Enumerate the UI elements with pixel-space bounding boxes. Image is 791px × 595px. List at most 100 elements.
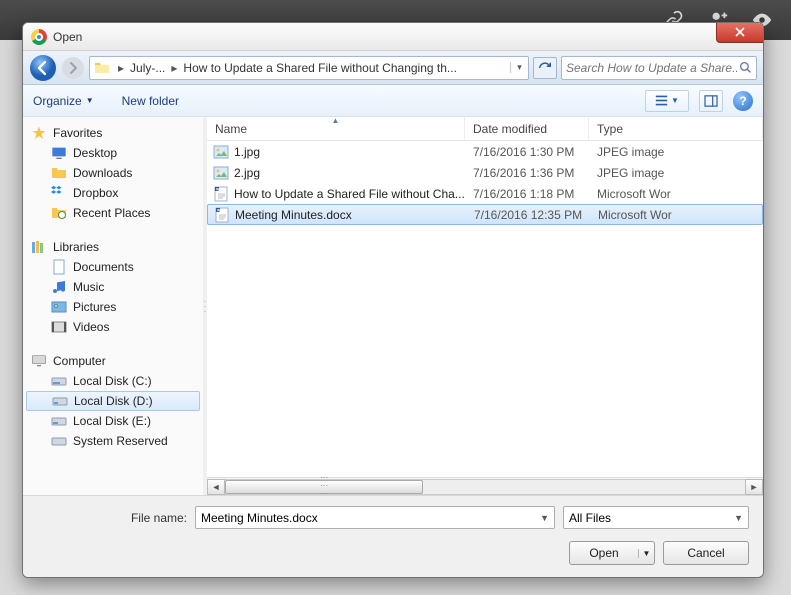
breadcrumb[interactable]: ▸ July-... ▸ How to Update a Shared File… xyxy=(89,56,529,80)
sidebar-item-label: Local Disk (E:) xyxy=(73,414,151,428)
sidebar-item-label: Documents xyxy=(73,260,134,274)
open-button[interactable]: Open ▼ xyxy=(569,541,655,565)
scroll-right-button[interactable]: ► xyxy=(745,479,763,495)
file-name: How to Update a Shared File without Cha.… xyxy=(234,187,465,201)
file-list[interactable]: 1.jpg 7/16/2016 1:30 PMJPEG image 2.jpg 7/1… xyxy=(207,141,763,477)
filename-combobox[interactable]: Meeting Minutes.docx ▼ xyxy=(195,506,555,529)
drive-icon xyxy=(51,373,67,389)
nav-back-button[interactable] xyxy=(29,54,57,82)
sidebar-item-label: System Reserved xyxy=(73,434,168,448)
file-row[interactable]: W How to Update a Shared File without Cha… xyxy=(207,183,763,204)
sidebar-item-label: Local Disk (C:) xyxy=(73,374,152,388)
file-row[interactable]: 2.jpg 7/16/2016 1:36 PMJPEG image xyxy=(207,162,763,183)
search-input[interactable] xyxy=(566,61,739,75)
scroll-track[interactable] xyxy=(225,479,745,495)
file-type: Microsoft Wor xyxy=(590,208,762,222)
search-icon xyxy=(739,61,752,74)
breadcrumb-dropdown[interactable]: ▾ xyxy=(510,62,528,73)
sidebar-group-label: Favorites xyxy=(53,126,102,140)
filename-value: Meeting Minutes.docx xyxy=(201,511,536,525)
sidebar-item-label: Videos xyxy=(73,320,109,334)
sidebar-item-downloads[interactable]: Downloads xyxy=(23,163,203,183)
nav-forward-button[interactable] xyxy=(61,56,85,80)
filetype-filter[interactable]: All Files ▼ xyxy=(563,506,749,529)
sidebar-item-disk-c[interactable]: Local Disk (C:) xyxy=(23,371,203,391)
sidebar-item-recent[interactable]: Recent Places xyxy=(23,203,203,223)
sidebar-item-music[interactable]: Music xyxy=(23,277,203,297)
chrome-icon xyxy=(31,29,47,45)
sidebar-item-disk-d[interactable]: Local Disk (D:) xyxy=(26,391,200,411)
documents-icon xyxy=(51,259,67,275)
file-row[interactable]: WMeeting Minutes.docx7/16/2016 12:35 PMM… xyxy=(207,204,763,225)
sidebar-item-label: Dropbox xyxy=(73,186,118,200)
sidebar-item-dropbox[interactable]: Dropbox xyxy=(23,183,203,203)
chevron-right-icon: ▸ xyxy=(167,61,181,75)
chevron-down-icon: ▼ xyxy=(730,513,743,523)
drive-icon xyxy=(51,433,67,449)
word-doc-icon: W xyxy=(213,186,229,202)
scroll-left-button[interactable]: ◄ xyxy=(207,479,225,495)
command-bar: Organize ▼ New folder ▼ ? xyxy=(23,85,763,117)
new-folder-button[interactable]: New folder xyxy=(122,94,179,108)
dropbox-icon xyxy=(51,185,67,201)
pictures-icon xyxy=(51,299,67,315)
column-type[interactable]: Type xyxy=(589,117,763,140)
sidebar-item-label: Downloads xyxy=(73,166,132,180)
list-header: Name▲ Date modified Type xyxy=(207,117,763,141)
bottom-bar: File name: Meeting Minutes.docx ▼ All Fi… xyxy=(23,495,763,577)
sidebar-computer[interactable]: Computer xyxy=(23,351,203,371)
dialog-title: Open xyxy=(53,30,82,44)
preview-pane-button[interactable] xyxy=(699,90,723,112)
drive-icon xyxy=(52,393,68,409)
file-name: 1.jpg xyxy=(234,145,260,159)
sidebar-group-label: Libraries xyxy=(53,240,99,254)
sidebar-item-label: Pictures xyxy=(73,300,116,314)
file-type: JPEG image xyxy=(589,166,763,180)
file-list-pane: Name▲ Date modified Type 1.jpg 7/16/2016 … xyxy=(207,117,763,495)
horizontal-scrollbar[interactable]: ◄ ► xyxy=(207,477,763,495)
sidebar-libraries[interactable]: Libraries xyxy=(23,237,203,257)
sidebar-item-label: Music xyxy=(73,280,104,294)
sidebar-group-label: Computer xyxy=(53,354,106,368)
sidebar-item-desktop[interactable]: Desktop xyxy=(23,143,203,163)
search-box[interactable] xyxy=(561,56,757,80)
column-name[interactable]: Name▲ xyxy=(207,117,465,140)
sidebar-favorites[interactable]: Favorites xyxy=(23,123,203,143)
file-type: JPEG image xyxy=(589,145,763,159)
file-type: Microsoft Wor xyxy=(589,187,763,201)
sidebar-item-pictures[interactable]: Pictures xyxy=(23,297,203,317)
file-row[interactable]: 1.jpg 7/16/2016 1:30 PMJPEG image xyxy=(207,141,763,162)
sidebar-item-documents[interactable]: Documents xyxy=(23,257,203,277)
music-icon xyxy=(51,279,67,295)
image-icon xyxy=(213,165,229,181)
sidebar-item-system-reserved[interactable]: System Reserved xyxy=(23,431,203,451)
breadcrumb-seg1[interactable]: July-... xyxy=(128,61,167,75)
scroll-thumb[interactable] xyxy=(225,480,423,494)
filename-label: File name: xyxy=(37,511,187,525)
sidebar-item-disk-e[interactable]: Local Disk (E:) xyxy=(23,411,203,431)
refresh-button[interactable] xyxy=(533,57,557,79)
help-button[interactable]: ? xyxy=(733,91,753,111)
sidebar-item-videos[interactable]: Videos xyxy=(23,317,203,337)
close-button[interactable] xyxy=(716,22,764,43)
open-button-split[interactable]: ▼ xyxy=(638,549,654,558)
chevron-right-icon: ▸ xyxy=(114,61,128,75)
view-mode-button[interactable]: ▼ xyxy=(645,90,689,112)
column-label: Name xyxy=(215,122,247,136)
chevron-down-icon: ▼ xyxy=(536,513,549,523)
breadcrumb-seg2[interactable]: How to Update a Shared File without Chan… xyxy=(181,61,459,75)
videos-icon xyxy=(51,319,67,335)
file-name: 2.jpg xyxy=(234,166,260,180)
file-date: 7/16/2016 1:36 PM xyxy=(465,166,589,180)
organize-label: Organize xyxy=(33,94,82,108)
sidebar-item-label: Desktop xyxy=(73,146,117,160)
file-date: 7/16/2016 1:18 PM xyxy=(465,187,589,201)
recent-icon xyxy=(51,205,67,221)
cancel-button[interactable]: Cancel xyxy=(663,541,749,565)
open-file-dialog: Open ▸ July-... ▸ How to Update a Shared… xyxy=(22,22,764,578)
navigation-pane[interactable]: Favorites Desktop Downloads Dropbox Rece… xyxy=(23,117,203,495)
column-date[interactable]: Date modified xyxy=(465,117,589,140)
file-date: 7/16/2016 1:30 PM xyxy=(465,145,589,159)
organize-menu[interactable]: Organize ▼ xyxy=(33,94,94,108)
drive-icon xyxy=(51,413,67,429)
